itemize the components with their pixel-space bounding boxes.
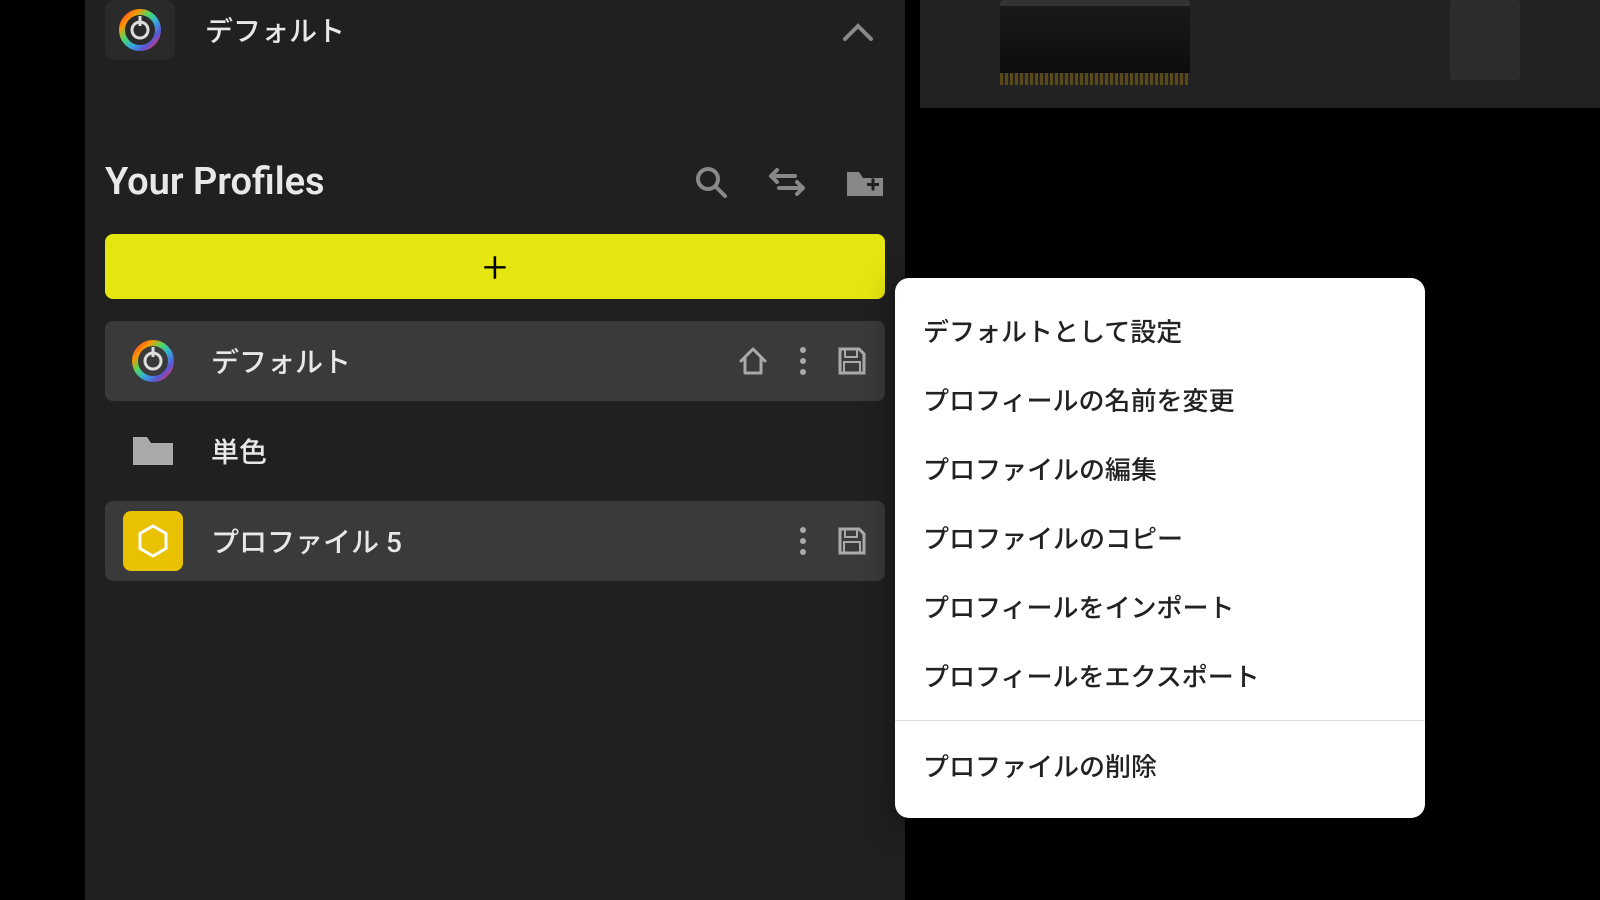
search-icon[interactable]	[693, 164, 729, 200]
current-profile-header[interactable]: デフォルト	[105, 0, 885, 90]
profile-icon-5	[123, 511, 183, 571]
profile-label: デフォルト	[211, 341, 737, 381]
save-icon[interactable]	[837, 526, 867, 556]
home-icon[interactable]	[737, 345, 769, 377]
profile-item-folder[interactable]: 単色	[105, 411, 885, 491]
rgb-ring-icon	[129, 337, 177, 385]
rgb-ring-icon	[116, 6, 164, 54]
menu-set-default[interactable]: デフォルトとして設定	[895, 296, 1425, 365]
menu-delete[interactable]: プロファイルの削除	[895, 731, 1425, 800]
profile-item-actions	[737, 345, 867, 377]
profile-item-default[interactable]: デフォルト	[105, 321, 885, 401]
save-icon[interactable]	[837, 346, 867, 376]
swap-icon[interactable]	[767, 166, 807, 198]
more-icon[interactable]	[799, 526, 807, 556]
menu-copy[interactable]: プロファイルのコピー	[895, 503, 1425, 572]
profile-icon-default	[123, 331, 183, 391]
profiles-actions	[693, 164, 885, 200]
menu-rename[interactable]: プロフィールの名前を変更	[895, 365, 1425, 434]
plus-icon: +	[483, 241, 508, 293]
menu-edit[interactable]: プロファイルの編集	[895, 434, 1425, 503]
sidebar: デフォルト Your Profiles +	[85, 0, 905, 900]
new-folder-icon[interactable]	[845, 166, 885, 198]
current-profile-title: デフォルト	[205, 10, 831, 50]
profiles-title: Your Profiles	[105, 160, 325, 204]
profile-item-actions	[799, 526, 867, 556]
menu-export[interactable]: プロフィールをエクスポート	[895, 641, 1425, 710]
more-icon[interactable]	[799, 346, 807, 376]
profile-label: 単色	[211, 431, 867, 471]
folder-icon	[123, 421, 183, 481]
add-profile-button[interactable]: +	[105, 234, 885, 299]
device-image-2	[1450, 0, 1520, 80]
context-menu: デフォルトとして設定 プロフィールの名前を変更 プロファイルの編集 プロファイル…	[895, 278, 1425, 818]
profiles-header: Your Profiles	[105, 160, 885, 204]
menu-separator	[895, 720, 1425, 721]
current-profile-icon	[105, 0, 175, 60]
chevron-up-icon[interactable]	[831, 11, 885, 49]
profile-item-5[interactable]: プロファイル 5	[105, 501, 885, 581]
profile-label: プロファイル 5	[211, 521, 799, 561]
ram-device-image	[1000, 0, 1190, 75]
menu-import[interactable]: プロフィールをインポート	[895, 572, 1425, 641]
